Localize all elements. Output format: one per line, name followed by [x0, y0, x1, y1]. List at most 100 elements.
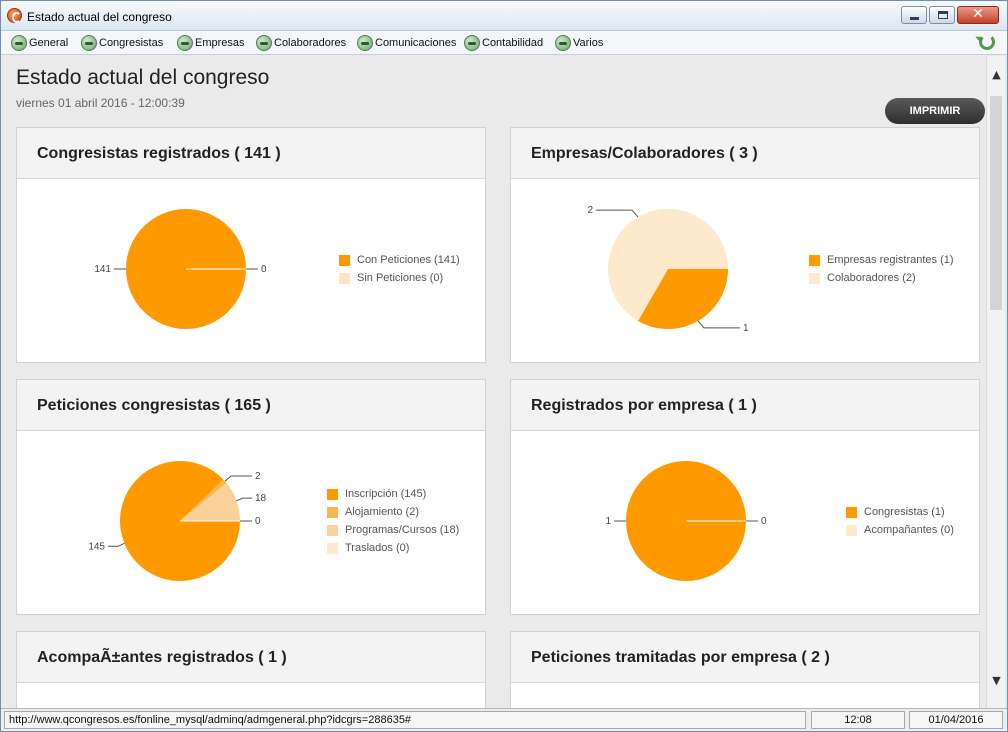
page-date: viernes 01 abril 2016 - 12:00:39	[16, 96, 185, 110]
card-title: Empresas/Colaboradores ( 3 )	[511, 128, 979, 179]
callout-label: 18	[255, 493, 267, 504]
card-chart-area	[17, 683, 485, 708]
vertical-scrollbar[interactable]: ▲ ▼	[986, 56, 1005, 708]
refresh-icon[interactable]	[979, 34, 995, 50]
menu-item-comunicaciones[interactable]: Comunicaciones	[357, 34, 456, 52]
card-chart-area: 1 2 Empresas registrantes (1) Colaborador…	[511, 179, 979, 362]
menu-item-label: Comunicaciones	[375, 37, 457, 49]
callout-label: 145	[88, 541, 105, 552]
legend-label: Inscripción (145)	[345, 488, 427, 500]
menu-item-label: Contabilidad	[482, 37, 544, 49]
card-registrados-por-empresa: Registrados por empresa ( 1 ) 1 0 Congres…	[510, 379, 980, 615]
menu-item-contabilidad[interactable]: Contabilidad	[464, 34, 543, 52]
callout-line	[108, 542, 125, 547]
legend-swatch	[846, 524, 857, 536]
legend-label: Alojamiento (2)	[345, 506, 419, 518]
legend-item: Sin Peticiones (0)	[339, 269, 460, 287]
maximize-icon	[938, 11, 948, 19]
title-bar: Estado actual del congreso ✕	[1, 1, 1007, 31]
globe-icon	[464, 35, 480, 51]
legend-swatch	[327, 542, 338, 554]
globe-icon	[256, 35, 272, 51]
menu-item-varios[interactable]: Varios	[555, 34, 603, 52]
callout-label: 141	[94, 264, 111, 275]
close-button[interactable]: ✕	[957, 6, 999, 24]
legend-swatch	[809, 272, 820, 284]
legend-label: Acompañantes (0)	[864, 524, 954, 536]
globe-icon	[357, 35, 373, 51]
callout-label: 2	[587, 205, 593, 216]
close-icon: ✕	[972, 6, 984, 22]
card-title: Congresistas registrados ( 141 )	[17, 128, 485, 179]
menu-item-label: Empresas	[195, 37, 245, 49]
callout-line	[236, 497, 252, 502]
legend-label: Sin Peticiones (0)	[357, 272, 444, 284]
callout-label: 0	[255, 516, 261, 527]
menu-item-label: Varios	[573, 37, 604, 49]
status-time: 12:08	[811, 711, 905, 729]
callout-line	[596, 209, 639, 218]
callout-label: 1	[605, 516, 611, 527]
status-url: http://www.qcongresos.es/fonline_mysql/a…	[4, 711, 806, 729]
menu-bar: General Congresistas Empresas Colaborado…	[1, 31, 1007, 55]
card-chart-area: 1 0 Congresistas (1) Acompañantes (0)	[511, 431, 979, 614]
legend-item: Colaboradores (2)	[809, 269, 954, 287]
card-acompanantes-registrados: AcompaÃ±antes registrados ( 1 )	[16, 631, 486, 708]
scrollbar-thumb[interactable]	[990, 96, 1002, 310]
globe-icon	[177, 35, 193, 51]
main-content: Estado actual del congreso viernes 01 ab…	[5, 56, 985, 708]
legend-swatch	[327, 488, 338, 500]
legend-item: Alojamiento (2)	[327, 503, 459, 521]
globe-icon	[81, 35, 97, 51]
chart-legend: Con Peticiones (141) Sin Peticiones (0)	[339, 251, 460, 287]
print-button[interactable]: IMPRIMIR	[885, 98, 985, 124]
minimize-button[interactable]	[901, 6, 927, 24]
status-date: 01/04/2016	[909, 711, 1003, 729]
scroll-up-icon[interactable]: ▲	[987, 68, 1006, 86]
legend-label: Congresistas (1)	[864, 506, 945, 518]
card-peticiones-tramitadas: Peticiones tramitadas por empresa ( 2 )	[510, 631, 980, 708]
card-chart-area: 145 2 18 0 Inscripción (145) Alojamiento (2…	[17, 431, 485, 614]
card-chart-area: 141 0 Con Peticiones (141) Sin Peticiones…	[17, 179, 485, 362]
menu-item-label: General	[29, 37, 69, 49]
menu-item-empresas[interactable]: Empresas	[177, 34, 245, 52]
legend-label: Programas/Cursos (18)	[345, 524, 460, 536]
callout-label: 2	[255, 471, 261, 482]
legend-swatch	[327, 524, 338, 536]
legend-swatch	[327, 506, 338, 518]
globe-icon	[555, 35, 571, 51]
card-title: Registrados por empresa ( 1 )	[511, 380, 979, 431]
card-congresistas-registrados: Congresistas registrados ( 141 ) 141 0 Co…	[16, 127, 486, 363]
window-title: Estado actual del congreso	[27, 10, 172, 24]
maximize-button[interactable]	[929, 6, 955, 24]
menu-item-colaboradores[interactable]: Colaboradores	[256, 34, 346, 52]
app-window: Estado actual del congreso ✕ General Con…	[0, 0, 1008, 732]
card-title: AcompaÃ±antes registrados ( 1 )	[17, 632, 485, 683]
callout-label: 1	[743, 323, 749, 334]
menu-item-general[interactable]: General	[11, 34, 68, 52]
menu-item-congresistas[interactable]: Congresistas	[81, 34, 163, 52]
minimize-icon	[910, 17, 919, 20]
window-controls: ✕	[901, 6, 999, 24]
callout-label: 0	[261, 264, 267, 275]
chart-legend: Inscripción (145) Alojamiento (2) Progra…	[327, 485, 459, 557]
legend-item: Congresistas (1)	[846, 503, 954, 521]
legend-swatch	[809, 254, 820, 266]
callout-label: 0	[761, 516, 767, 527]
scroll-down-icon[interactable]: ▼	[987, 674, 1006, 692]
menu-item-label: Congresistas	[99, 37, 164, 49]
legend-label: Empresas registrantes (1)	[827, 254, 954, 266]
card-title: Peticiones congresistas ( 165 )	[17, 380, 485, 431]
legend-label: Traslados (0)	[345, 542, 410, 554]
legend-swatch	[339, 254, 350, 266]
card-title: Peticiones tramitadas por empresa ( 2 )	[511, 632, 979, 683]
page-title: Estado actual del congreso	[16, 66, 270, 89]
app-logo-icon	[7, 8, 22, 23]
legend-item: Empresas registrantes (1)	[809, 251, 954, 269]
legend-item: Con Peticiones (141)	[339, 251, 460, 269]
card-empresas-colaboradores: Empresas/Colaboradores ( 3 ) 1 2 Empresas…	[510, 127, 980, 363]
globe-icon	[11, 35, 27, 51]
chart-legend: Empresas registrantes (1) Colaboradores …	[809, 251, 954, 287]
legend-item: Inscripción (145)	[327, 485, 459, 503]
card-peticiones-congresistas: Peticiones congresistas ( 165 ) 145 2 18 0 …	[16, 379, 486, 615]
